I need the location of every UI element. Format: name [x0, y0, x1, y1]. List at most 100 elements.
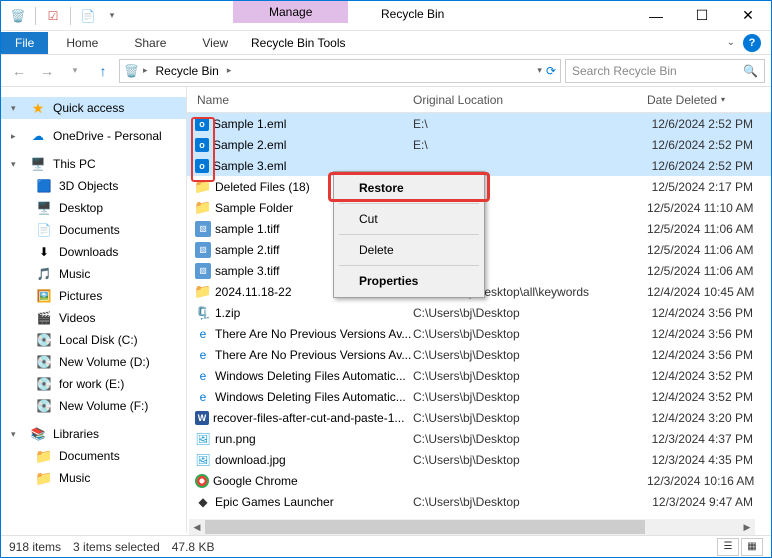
outlook-icon: o: [195, 117, 209, 131]
recent-dropdown[interactable]: ▾: [63, 59, 87, 83]
breadcrumb[interactable]: Recycle Bin: [151, 64, 222, 78]
recycle-bin-icon: 🗑️: [7, 5, 29, 27]
close-button[interactable]: ✕: [725, 1, 771, 31]
tab-share[interactable]: Share: [116, 32, 184, 54]
file-row[interactable]: eWindows Deleting Files Automatic...C:\U…: [187, 365, 771, 386]
address-dropdown-icon[interactable]: ▾: [537, 65, 542, 76]
scrollbar-thumb[interactable]: [205, 520, 645, 534]
tab-home[interactable]: Home: [48, 32, 116, 54]
column-header-original-location[interactable]: Original Location: [413, 93, 647, 107]
file-date: 12/3/2024 4:37 PM: [647, 432, 755, 446]
file-row[interactable]: eThere Are No Previous Versions Av...C:\…: [187, 323, 771, 344]
titlebar: 🗑️ ☑ 📄 ▾ Manage Recycle Bin — ☐ ✕: [1, 1, 771, 31]
status-selection-count: 3 items selected: [73, 540, 160, 554]
search-placeholder: Search Recycle Bin: [572, 64, 677, 78]
file-date: 12/6/2024 2:52 PM: [647, 159, 755, 173]
refresh-icon[interactable]: ⟳: [546, 64, 556, 78]
sidebar-item[interactable]: 🎵Music: [1, 263, 186, 285]
file-name: Windows Deleting Files Automatic...: [215, 369, 406, 383]
sidebar-this-pc[interactable]: ▾🖥️This PC: [1, 153, 186, 175]
file-date: 12/3/2024 9:47 AM: [647, 495, 755, 509]
file-name: Sample 1.eml: [213, 117, 286, 131]
sidebar-item[interactable]: ⬇Downloads: [1, 241, 186, 263]
file-row[interactable]: oSample 2.emlE:\12/6/2024 2:52 PM: [187, 134, 771, 155]
folder-icon: 🎬: [35, 309, 53, 327]
qat-properties-icon[interactable]: ☑: [42, 5, 64, 27]
sidebar-item[interactable]: 🖼️Pictures: [1, 285, 186, 307]
minimize-button[interactable]: —: [633, 1, 679, 31]
horizontal-scrollbar[interactable]: ◀ ▶: [189, 519, 755, 535]
file-name: Sample 2.eml: [213, 138, 286, 152]
view-thumbnails-button[interactable]: ▦: [741, 538, 763, 556]
file-name: Deleted Files (18): [215, 180, 310, 194]
sidebar-item-label: Documents: [59, 223, 120, 237]
address-bar[interactable]: 🗑️ ▸ Recycle Bin ▸ ▾ ⟳: [119, 59, 561, 83]
file-row[interactable]: 🖼download.jpgC:\Users\bj\Desktop12/3/202…: [187, 449, 771, 470]
scroll-right-icon[interactable]: ▶: [739, 519, 755, 535]
sidebar-item[interactable]: 📄 Documents: [1, 219, 186, 241]
help-icon[interactable]: ?: [743, 34, 761, 52]
scroll-left-icon[interactable]: ◀: [189, 519, 205, 535]
file-row[interactable]: 🖼run.pngC:\Users\bj\Desktop12/3/2024 4:3…: [187, 428, 771, 449]
column-headers: Name Original Location Date Deleted▾: [187, 87, 771, 113]
image-file-icon: 🖼: [195, 452, 211, 468]
sidebar-item[interactable]: 💽Local Disk (C:): [1, 329, 186, 351]
folder-icon: 📄: [35, 221, 53, 239]
qat-new-folder-icon[interactable]: 📄: [77, 5, 99, 27]
file-date: 12/4/2024 3:52 PM: [647, 369, 755, 383]
chevron-right-icon[interactable]: ▸: [143, 65, 148, 76]
context-menu-restore[interactable]: Restore: [337, 175, 481, 201]
search-input[interactable]: Search Recycle Bin 🔍: [565, 59, 765, 83]
sidebar-item-label: 3D Objects: [59, 179, 118, 193]
file-row[interactable]: eWindows Deleting Files Automatic...C:\U…: [187, 386, 771, 407]
ribbon-context-tab[interactable]: Manage: [233, 1, 348, 23]
star-icon: ★: [29, 99, 47, 117]
file-row[interactable]: ◆Epic Games LauncherC:\Users\bj\Desktop1…: [187, 491, 771, 512]
file-row[interactable]: Google Chrome12/3/2024 10:16 AM: [187, 470, 771, 491]
sidebar-item[interactable]: 💽New Volume (D:): [1, 351, 186, 373]
file-name: Epic Games Launcher: [215, 495, 334, 509]
sidebar-item[interactable]: 📁Documents: [1, 445, 186, 467]
sidebar-item-label: Libraries: [53, 427, 99, 441]
sidebar-item[interactable]: 🟦3D Objects: [1, 175, 186, 197]
file-row[interactable]: Wrecover-files-after-cut-and-paste-1...C…: [187, 407, 771, 428]
sidebar-item-label: This PC: [53, 157, 96, 171]
file-row[interactable]: eThere Are No Previous Versions Av...C:\…: [187, 344, 771, 365]
file-row[interactable]: oSample 1.emlE:\12/6/2024 2:52 PM: [187, 113, 771, 134]
file-location: E:\: [413, 138, 647, 152]
ribbon-tabs: File Home Share View Recycle Bin Tools ⌄…: [1, 31, 771, 55]
chevron-right-icon[interactable]: ▸: [227, 65, 232, 76]
sidebar-item-label: Downloads: [59, 245, 118, 259]
up-button[interactable]: ↑: [91, 59, 115, 83]
sidebar-libraries[interactable]: ▾📚Libraries: [1, 423, 186, 445]
file-name: Google Chrome: [213, 474, 298, 488]
back-button[interactable]: ←: [7, 59, 31, 83]
sidebar-item[interactable]: 🎬Videos: [1, 307, 186, 329]
folder-icon: 📁: [195, 179, 211, 195]
image-file-icon: 🖼: [195, 431, 211, 447]
sidebar-item-label: Quick access: [53, 101, 124, 115]
sidebar-onedrive[interactable]: ▸☁OneDrive - Personal: [1, 125, 186, 147]
library-icon: 📁: [35, 469, 53, 487]
sidebar-item[interactable]: 💽for work (E:): [1, 373, 186, 395]
sidebar-item[interactable]: 📁Music: [1, 467, 186, 489]
column-header-name[interactable]: Name: [187, 93, 413, 107]
context-menu-delete[interactable]: Delete: [337, 237, 481, 263]
tab-recycle-bin-tools[interactable]: Recycle Bin Tools: [237, 32, 360, 54]
search-icon: 🔍: [743, 64, 758, 78]
recycle-bin-icon: 🗑️: [124, 64, 139, 78]
sidebar-quick-access[interactable]: ▾★Quick access: [1, 97, 186, 119]
file-row[interactable]: 🗜️1.zipC:\Users\bj\Desktop12/4/2024 3:56…: [187, 302, 771, 323]
forward-button[interactable]: →: [35, 59, 59, 83]
ribbon-collapse-icon[interactable]: ⌄: [727, 37, 735, 48]
image-file-icon: ▧: [195, 221, 211, 237]
sidebar-item[interactable]: 🖥️Desktop: [1, 197, 186, 219]
maximize-button[interactable]: ☐: [679, 1, 725, 31]
qat-dropdown-icon[interactable]: ▾: [101, 5, 123, 27]
column-header-date-deleted[interactable]: Date Deleted▾: [647, 93, 755, 107]
view-details-button[interactable]: ☰: [717, 538, 739, 556]
tab-file[interactable]: File: [1, 32, 48, 54]
sidebar-item[interactable]: 💽New Volume (F:): [1, 395, 186, 417]
context-menu-properties[interactable]: Properties: [337, 268, 481, 294]
context-menu-cut[interactable]: Cut: [337, 206, 481, 232]
